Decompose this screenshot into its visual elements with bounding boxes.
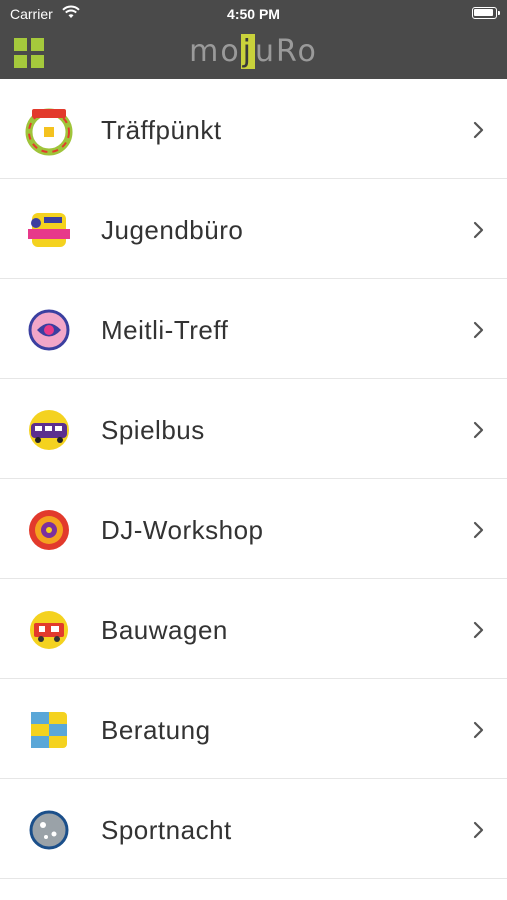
- chevron-right-icon: [473, 521, 484, 539]
- status-bar: Carrier 4:50 PM: [0, 0, 507, 28]
- item-label: Sportnacht: [101, 815, 232, 845]
- spielbus-logo-icon: [29, 410, 69, 450]
- item-label: Spielbus: [101, 415, 205, 445]
- meitli-treff-logo-icon: [28, 309, 70, 351]
- item-label: Jugendbüro: [101, 215, 244, 245]
- battery-icon: [472, 7, 500, 19]
- chevron-right-icon: [473, 421, 484, 439]
- nav-header: Carrier 4:50 PM mojuRo: [0, 0, 507, 79]
- chevron-right-icon: [473, 221, 484, 239]
- list-item-dj-workshop[interactable]: DJ-Workshop: [0, 479, 507, 579]
- chevron-right-icon: [473, 821, 484, 839]
- item-label: Meitli-Treff: [101, 315, 229, 345]
- bauwagen-logo-icon: [30, 611, 68, 649]
- chevron-right-icon: [473, 721, 484, 739]
- item-label: Bauwagen: [101, 615, 228, 645]
- chevron-right-icon: [473, 621, 484, 639]
- status-time: 4:50 PM: [227, 6, 280, 22]
- beratung-logo-icon: [31, 712, 67, 748]
- chevron-right-icon: [473, 321, 484, 339]
- list-item-spielbus[interactable]: Spielbus: [0, 379, 507, 479]
- item-label: Beratung: [101, 715, 211, 745]
- list-item-meitli-treff[interactable]: Meitli-Treff: [0, 279, 507, 379]
- list-item-jugendbuero[interactable]: Jugendbüro: [0, 179, 507, 279]
- sportnacht-logo-icon: [29, 810, 69, 850]
- program-list: Träffpünkt Jugendbüro Meitli-Treff Spiel…: [0, 79, 507, 879]
- traeffpuenkt-logo-icon: [25, 108, 73, 156]
- list-item-beratung[interactable]: Beratung: [0, 679, 507, 779]
- list-item-traeffpuenkt[interactable]: Träffpünkt: [0, 79, 507, 179]
- list-item-sportnacht[interactable]: Sportnacht: [0, 779, 507, 879]
- item-label: Träffpünkt: [101, 115, 222, 145]
- item-label: DJ-Workshop: [101, 515, 264, 545]
- chevron-right-icon: [473, 121, 484, 139]
- jugendbuero-logo-icon: [28, 213, 70, 247]
- dj-workshop-logo-icon: [29, 510, 69, 550]
- app-logo: mojuRo: [189, 34, 318, 69]
- list-item-bauwagen[interactable]: Bauwagen: [0, 579, 507, 679]
